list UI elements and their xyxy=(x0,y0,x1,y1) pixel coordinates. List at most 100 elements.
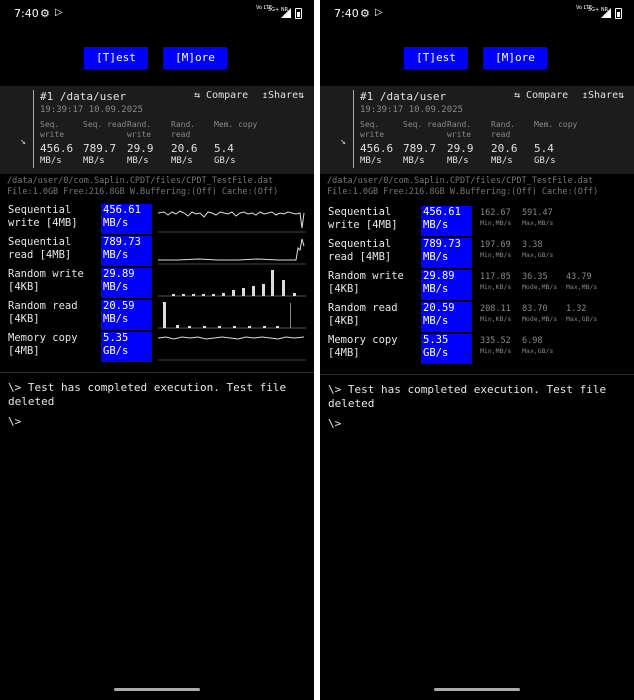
sequential-read-graph xyxy=(158,238,306,265)
battery-icon xyxy=(295,8,302,19)
result-summary-card[interactable]: ↘ #1 /data/user ⇆ Compare ↥Share⇅ 19:39:… xyxy=(0,86,314,174)
test-value-box: 29.89 MB/s xyxy=(101,268,152,298)
compare-button[interactable]: ⇆ Compare xyxy=(514,90,568,101)
result-row-rand-read[interactable]: Random read [4KB] 20.59 MB/s xyxy=(0,300,314,330)
metric-value: 789.7 xyxy=(403,142,437,155)
result-row-seq-write[interactable]: Sequential write [4MB] 456.61 MB/s 162.67 M… xyxy=(320,206,634,236)
stat-min: 162.67 Min,MB/s xyxy=(480,208,512,227)
metric-seq-write: Seq. write 456.6 MB/s xyxy=(40,120,84,166)
metric-value: 789.7 xyxy=(83,142,117,155)
metric-unit: MB/s xyxy=(83,156,105,166)
metric-unit: MB/s xyxy=(40,156,62,166)
result-row-seq-read[interactable]: Sequential read [4MB] 789.73 MB/s 197.69 Mi… xyxy=(320,238,634,268)
result-row-mem-copy[interactable]: Memory copy [4MB] 5.35 GB/s 335.52 Min,MB/s… xyxy=(320,334,634,364)
metric-unit: MB/s xyxy=(403,156,425,166)
metric-unit: GB/s xyxy=(214,156,236,166)
more-button[interactable]: [M]ore xyxy=(163,47,227,69)
test-stats: 197.69 Min,MB/s 3.38 Max,GB/s xyxy=(480,240,628,268)
result-summary-card[interactable]: ↘ #1 /data/user ⇆ Compare ↥Share⇅ 19:39:… xyxy=(320,86,634,174)
divider xyxy=(33,90,34,168)
gesture-nav-bar[interactable] xyxy=(114,688,200,691)
test-value-box: 20.59 MB/s xyxy=(101,300,152,330)
top-buttons: [T]est [M]ore xyxy=(320,47,634,69)
share-button[interactable]: ↥Share⇅ xyxy=(262,90,304,101)
result-row-seq-read[interactable]: Sequential read [4MB] 789.73 MB/s xyxy=(0,236,314,266)
sequential-write-graph xyxy=(158,210,306,233)
battery-icon xyxy=(615,8,622,19)
summary-datetime: 19:39:17 10.09.2025 xyxy=(40,105,143,115)
result-row-rand-read[interactable]: Random read [4KB] 20.59 MB/s 208.11 Min,KB/… xyxy=(320,302,634,332)
metric-unit: MB/s xyxy=(127,156,149,166)
test-value-box: 29.89 MB/s xyxy=(421,270,472,300)
stat-max: 6.98 Max,GB/s xyxy=(522,336,554,355)
arrow-icon: ↘ xyxy=(340,136,347,147)
clock: 7:40 xyxy=(14,7,39,20)
metric-rand-write: Rand. write 29.9 MB/s xyxy=(447,120,491,166)
test-value-box: 789.73 MB/s xyxy=(101,236,152,266)
metric-rand-read: Rand. read 20.6 MB/s xyxy=(491,120,535,166)
file-info: /data/user/0/com.Saplin.CPDT/files/CPDT_… xyxy=(7,176,314,198)
metric-value: 5.4 xyxy=(214,142,234,155)
result-row-mem-copy[interactable]: Memory copy [4MB] 5.35 GB/s xyxy=(0,332,314,362)
test-value-box: 456.61 MB/s xyxy=(101,204,152,234)
divider xyxy=(353,90,354,168)
file-path: /data/user/0/com.Saplin.CPDT/files/CPDT_… xyxy=(327,176,594,186)
test-value-box: 789.73 MB/s xyxy=(421,238,472,268)
memory-copy-graph xyxy=(158,336,306,361)
signal-icon xyxy=(281,8,291,18)
play-store-icon: ▷ xyxy=(55,7,63,18)
result-row-rand-write[interactable]: Random write [4KB] 29.89 MB/s xyxy=(0,268,314,298)
metric-mem-copy: Mem. copy 5.4 GB/s xyxy=(534,120,578,166)
metric-label: Seq. write xyxy=(360,120,385,139)
test-button[interactable]: [T]est xyxy=(404,47,468,69)
console-output: \> Test has completed execution. Test fi… xyxy=(328,383,626,431)
metric-label: Mem. copy xyxy=(214,120,258,129)
metric-label: Seq. read xyxy=(83,120,127,129)
stat-min: 197.69 Min,MB/s xyxy=(480,240,512,259)
test-button[interactable]: [T]est xyxy=(84,47,148,69)
share-button[interactable]: ↥Share⇅ xyxy=(582,90,624,101)
metric-value: 456.6 xyxy=(40,142,74,155)
test-name: Random write [4KB] xyxy=(8,268,84,293)
console-message: \> Test has completed execution. Test fi… xyxy=(8,381,287,408)
summary-title: #1 /data/user xyxy=(40,90,127,103)
divider xyxy=(320,374,634,375)
metric-label: Rand. read xyxy=(491,120,516,139)
test-name: Random read [4KB] xyxy=(8,300,78,325)
metric-unit: MB/s xyxy=(171,156,193,166)
stat-max: 1.32 Max,GB/s xyxy=(566,304,598,323)
result-row-seq-write[interactable]: Sequential write [4MB] 456.61 MB/s xyxy=(0,204,314,234)
test-name: Sequential write [4MB] xyxy=(328,206,398,231)
metric-label: Rand. write xyxy=(127,120,152,139)
metric-unit: MB/s xyxy=(491,156,513,166)
test-name: Memory copy [4MB] xyxy=(8,332,78,357)
test-stats: 117.85 Min,KB/s 36.35 Mode,MB/s 43.79 Max,M… xyxy=(480,272,628,300)
test-name: Sequential write [4MB] xyxy=(8,204,78,229)
stat-mode: 36.35 Mode,MB/s xyxy=(522,272,558,291)
result-row-rand-write[interactable]: Random write [4KB] 29.89 MB/s 117.85 Min,KB… xyxy=(320,270,634,300)
compare-button[interactable]: ⇆ Compare xyxy=(194,90,248,101)
metric-unit: MB/s xyxy=(447,156,469,166)
stat-min: 208.11 Min,KB/s xyxy=(480,304,512,323)
console-prompt[interactable]: \> xyxy=(328,417,626,431)
clock: 7:40 xyxy=(334,7,359,20)
random-read-histogram xyxy=(158,302,306,329)
phone-screen-stats: 7:40 ⚙ ▷ Vo LTE 5G+ NR [T]est [M]ore ↘ #… xyxy=(320,0,634,700)
test-name: Sequential read [4MB] xyxy=(328,238,392,263)
metric-label: Seq. read xyxy=(403,120,447,129)
console-message: \> Test has completed execution. Test fi… xyxy=(328,383,607,410)
metric-seq-read: Seq. read 789.7 MB/s xyxy=(403,120,447,166)
divider xyxy=(0,372,314,373)
metric-label: Seq. write xyxy=(40,120,65,139)
file-path: /data/user/0/com.Saplin.CPDT/files/CPDT_… xyxy=(7,176,274,186)
console-prompt[interactable]: \> xyxy=(8,415,306,429)
stat-max: 43.79 Max,MB/s xyxy=(566,272,598,291)
settings-gear-icon: ⚙ xyxy=(40,7,50,20)
more-button[interactable]: [M]ore xyxy=(483,47,547,69)
test-stats: 162.67 Min,MB/s 591.47 Max,MB/s xyxy=(480,208,628,236)
random-write-histogram xyxy=(158,270,306,297)
test-name: Memory copy [4MB] xyxy=(328,334,398,359)
metric-rand-read: Rand. read 20.6 MB/s xyxy=(171,120,215,166)
gesture-nav-bar[interactable] xyxy=(434,688,520,691)
test-stats: 335.52 Min,MB/s 6.98 Max,GB/s xyxy=(480,336,628,364)
